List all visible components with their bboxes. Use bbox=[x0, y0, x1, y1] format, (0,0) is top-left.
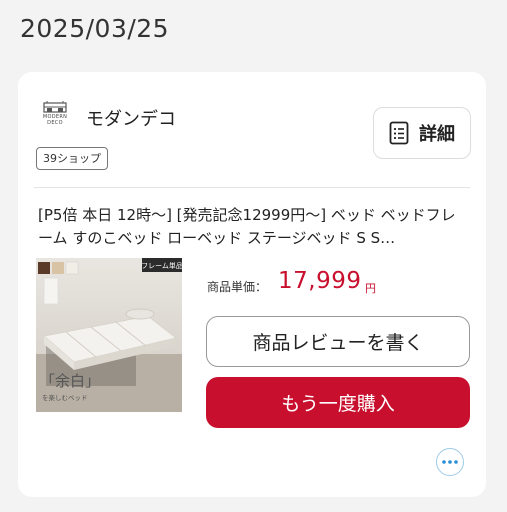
product-title[interactable]: [P5倍 本日 12時～] [発売記念12999円～] ベッド ベッドフレーム … bbox=[38, 204, 468, 250]
price-label: 商品単価： bbox=[207, 280, 268, 294]
thumb-caption-main: 「余白」 bbox=[40, 372, 100, 390]
shop-logo[interactable]: MODERN DECO bbox=[38, 100, 72, 132]
document-icon bbox=[389, 121, 409, 145]
more-dots-icon bbox=[442, 460, 458, 464]
detail-button-label: 詳細 bbox=[419, 124, 455, 145]
color-swatch-2 bbox=[52, 262, 64, 274]
order-date: 2025/03/25 bbox=[20, 14, 170, 43]
write-review-button[interactable]: 商品レビューを書く bbox=[206, 316, 470, 367]
color-swatch-1 bbox=[38, 262, 50, 274]
price-unit: 円 bbox=[365, 282, 376, 295]
color-swatch-3 bbox=[65, 261, 79, 275]
divider bbox=[34, 187, 470, 188]
thumb-caption-sub: を楽しむベッド bbox=[42, 393, 88, 402]
product-thumbnail[interactable]: フレーム単品 「余白」 を楽しむベッド bbox=[36, 258, 182, 412]
detail-button[interactable]: 詳細 bbox=[373, 107, 471, 159]
price-value: 17,999 bbox=[278, 268, 362, 294]
shop-badge: 39ショップ bbox=[36, 147, 108, 170]
product-image: フレーム単品 「余白」 を楽しむベッド bbox=[36, 258, 182, 412]
buy-again-button[interactable]: もう一度購入 bbox=[206, 377, 470, 428]
more-options-button[interactable] bbox=[436, 448, 464, 476]
thumb-tag: フレーム単品 bbox=[141, 261, 182, 270]
shop-name[interactable]: モダンデコ bbox=[86, 105, 176, 131]
order-card: MODERN DECO モダンデコ 39ショップ 詳細 [P5倍 本日 12時～… bbox=[18, 72, 486, 497]
shop-logo-icon bbox=[43, 101, 67, 113]
shop-logo-text-2: DECO bbox=[47, 120, 63, 126]
